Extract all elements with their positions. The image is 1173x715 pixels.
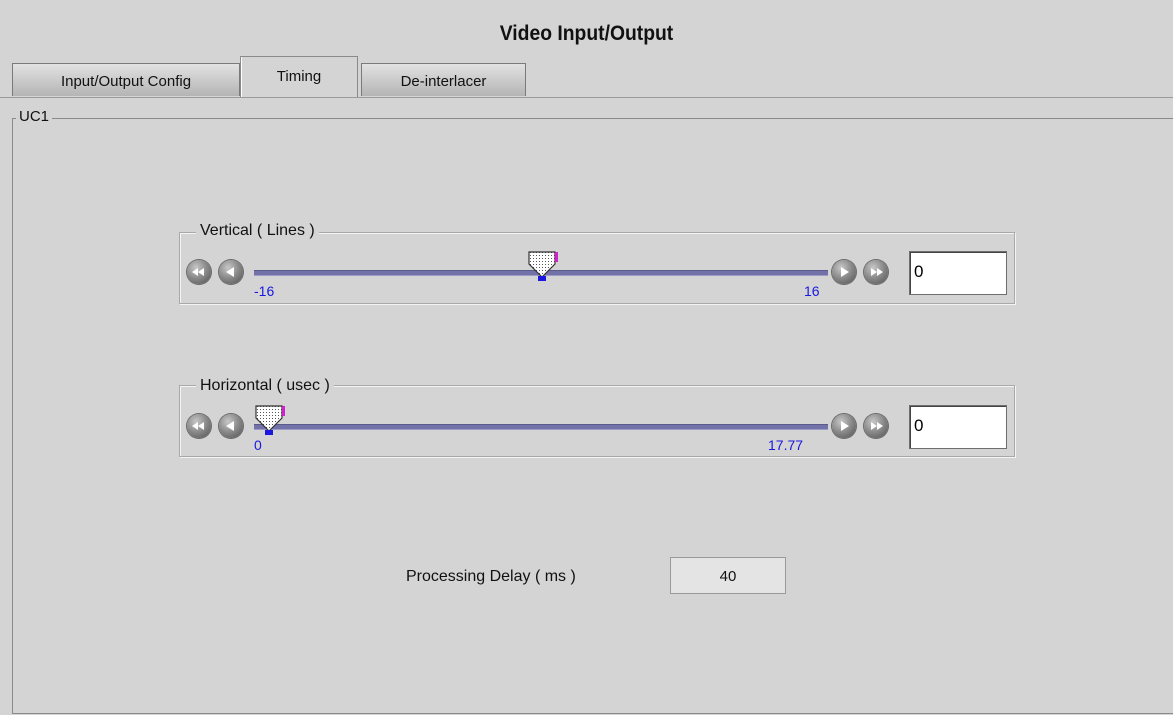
vertical-value-field[interactable]: 0 <box>909 251 1007 295</box>
vertical-min-label: -16 <box>254 283 275 299</box>
tab-divider <box>0 97 1173 98</box>
horizontal-value-field[interactable]: 0 <box>909 405 1007 449</box>
tab-timing[interactable]: Timing <box>240 56 358 98</box>
step-forward-icon[interactable] <box>832 260 856 284</box>
horizontal-group <box>179 385 1015 457</box>
slider-thumb-icon[interactable] <box>524 249 560 283</box>
processing-delay-value: 40 <box>670 557 786 594</box>
processing-delay-label: Processing Delay ( ms ) <box>406 568 576 585</box>
uc1-panel-title: UC1 <box>16 108 53 125</box>
fast-forward-icon[interactable] <box>864 414 888 438</box>
step-back-icon[interactable] <box>219 414 243 438</box>
tab-strip: Input/Output Config De-interlacer Timing <box>0 56 1173 98</box>
vertical-label: Vertical ( Lines ) <box>196 222 319 240</box>
horizontal-label: Horizontal ( usec ) <box>196 377 334 395</box>
vertical-max-label: 16 <box>804 283 820 299</box>
slider-thumb-icon[interactable] <box>251 403 287 437</box>
fast-rewind-icon[interactable] <box>187 260 211 284</box>
step-forward-icon[interactable] <box>832 414 856 438</box>
horizontal-max-label: 17.77 <box>768 437 804 453</box>
step-back-icon[interactable] <box>219 260 243 284</box>
fast-forward-icon[interactable] <box>864 260 888 284</box>
fast-rewind-icon[interactable] <box>187 414 211 438</box>
horizontal-slider-track[interactable] <box>254 424 828 430</box>
tab-input-output-config[interactable]: Input/Output Config <box>12 63 240 96</box>
horizontal-min-label: 0 <box>254 437 262 453</box>
vertical-group <box>179 232 1015 304</box>
window: Video Input/Output Input/Output Config D… <box>0 0 1173 715</box>
tab-de-interlacer[interactable]: De-interlacer <box>361 63 526 96</box>
window-title: Video Input/Output <box>499 22 674 45</box>
